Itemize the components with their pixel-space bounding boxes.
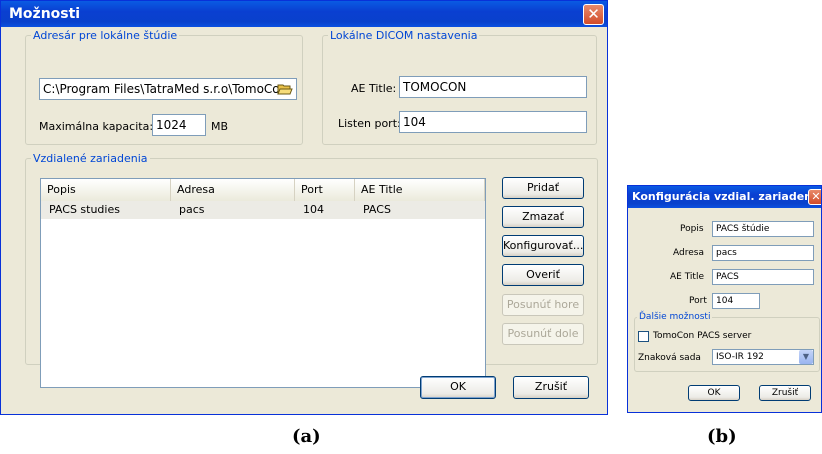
ae-title-value: TOMOCON [403,80,467,94]
config-ae-title-value: PACS [716,272,739,282]
column-header-popis[interactable]: Popis [41,179,171,201]
remote-group-label: Vzdialené zariadenia [33,152,148,165]
local-dir-group-label: Adresár pre lokálne štúdie [33,29,178,42]
popis-label: Popis [680,224,704,234]
row-popis: PACS studies [49,203,120,216]
remote-devices-list[interactable]: Popis Adresa Port AE Title PACS studies … [40,178,486,388]
dicom-group-label: Lokálne DICOM nastavenia [330,29,478,42]
cancel-button[interactable]: Zrušiť [513,376,589,399]
charset-label: Znaková sada [638,353,701,363]
more-options-label: Ďalšie možnosti [639,312,711,322]
config-ae-title-input[interactable]: PACS [712,269,814,285]
local-dir-value: C:\Program Files\TatraMed s.r.o\TomoCon [43,82,288,96]
config-title-bar[interactable]: Konfigurácia vzdial. zariadenia ✕ [628,186,821,208]
verify-button[interactable]: Overiť [502,264,584,286]
configure-button[interactable]: Konfigurovať... [502,235,584,257]
move-up-button[interactable]: Posunúť hore [502,294,584,316]
popis-input[interactable]: PACS štúdie [712,221,814,237]
port-label: Port [689,296,707,306]
port-value: 104 [716,296,734,306]
row-adresa: pacs [179,203,205,216]
adresa-value: pacs [716,248,737,258]
pacs-server-checkbox-label: TomoCon PACS server [653,331,752,341]
capacity-label: Maximálna kapacita: [39,120,154,133]
listen-port-value: 104 [403,115,426,129]
config-title: Konfigurácia vzdial. zariadenia [632,190,821,203]
list-header: Popis Adresa Port AE Title [41,179,485,202]
row-port: 104 [303,203,324,216]
capacity-input[interactable]: 1024 [152,114,206,136]
row-ae-title: PACS [363,203,391,216]
listen-port-label: Listen port: [338,117,401,130]
options-title-bar[interactable]: Možnosti ✕ [1,1,607,27]
delete-button[interactable]: Zmazať [502,206,584,228]
table-row[interactable]: PACS studies pacs 104 PACS [41,201,485,219]
column-header-adresa[interactable]: Adresa [171,179,295,201]
port-input[interactable]: 104 [712,293,760,309]
caption-b: (b) [707,426,737,447]
capacity-unit: MB [211,120,229,133]
local-dir-input[interactable]: C:\Program Files\TatraMed s.r.o\TomoCon [39,78,297,100]
adresa-input[interactable]: pacs [712,245,814,261]
config-cancel-button[interactable]: Zrušiť [759,385,811,401]
config-ok-button[interactable]: OK [688,385,740,401]
config-ae-title-label: AE Title [670,272,704,282]
ok-button[interactable]: OK [420,376,496,399]
column-header-port[interactable]: Port [295,179,355,201]
popis-value: PACS štúdie [716,224,770,234]
config-dialog: Konfigurácia vzdial. zariadenia ✕ Popis … [627,185,822,413]
chevron-down-icon[interactable]: ▼ [799,350,813,364]
column-header-ae-title[interactable]: AE Title [355,179,485,201]
close-icon[interactable]: ✕ [808,189,821,205]
caption-a: (a) [292,426,321,447]
capacity-value: 1024 [156,118,187,132]
pacs-server-checkbox[interactable] [638,331,649,342]
ae-title-input[interactable]: TOMOCON [399,76,587,98]
close-icon[interactable]: ✕ [583,4,604,25]
listen-port-input[interactable]: 104 [399,111,587,133]
add-button[interactable]: Pridať [502,177,584,199]
options-title: Možnosti [9,6,81,22]
move-down-button[interactable]: Posunúť dole [502,323,584,345]
adresa-label: Adresa [673,248,704,258]
folder-open-icon[interactable] [277,81,293,97]
ae-title-label: AE Title: [351,82,397,95]
charset-value: ISO-IR 192 [716,352,764,362]
